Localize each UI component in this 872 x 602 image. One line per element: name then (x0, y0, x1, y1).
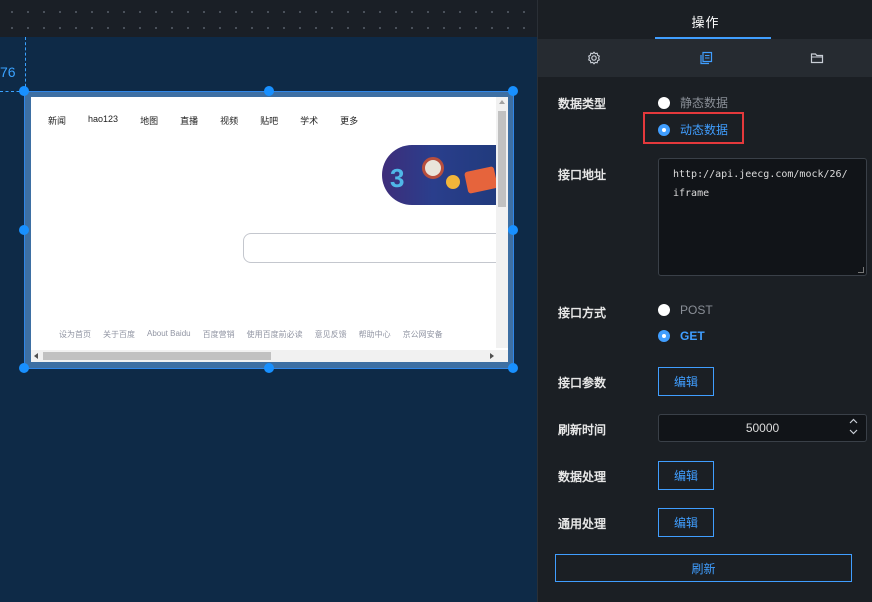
tab-folder[interactable] (761, 39, 872, 77)
radio-dot[interactable] (658, 304, 670, 316)
panel-header: 操作 (538, 0, 872, 39)
resize-handle[interactable] (19, 225, 29, 235)
data-type-label: 数据类型 (558, 97, 607, 111)
resize-handle[interactable] (19, 363, 29, 373)
guide-line-vertical (25, 37, 26, 92)
refresh-button[interactable]: 刷新 (555, 554, 852, 582)
panel-title[interactable]: 操作 (538, 12, 872, 31)
api-url-value: http://api.jeecg.com/mock/26/iframe (673, 169, 848, 199)
icon-tab-bar (538, 39, 872, 77)
design-canvas[interactable]: 76 新闻 hao123 地图 直播 视频 贴吧 学术 更多 3 设为首页 关于… (0, 0, 537, 602)
tab-settings[interactable] (538, 39, 650, 77)
api-url-label: 接口地址 (558, 168, 607, 182)
radio-post[interactable]: POST (658, 303, 713, 317)
resize-handle[interactable] (508, 225, 518, 235)
radio-dot[interactable] (658, 330, 670, 342)
properties-panel: 操作 数据类型 静态数据 动态数据 接口地址 http://api.jeecg.… (537, 0, 872, 602)
edit-params-button[interactable]: 编辑 (658, 367, 714, 396)
resize-handle[interactable] (264, 86, 274, 96)
tab-copy[interactable] (650, 39, 762, 77)
api-url-textarea[interactable]: http://api.jeecg.com/mock/26/iframe (658, 158, 867, 276)
data-processing-label: 数据处理 (558, 470, 607, 484)
resize-handle[interactable] (508, 363, 518, 373)
highlight-box (643, 112, 744, 144)
refresh-time-input[interactable]: 50000 (658, 414, 867, 442)
selection-frame (24, 91, 514, 369)
chevron-down-icon[interactable] (849, 429, 858, 435)
copy-icon (699, 51, 712, 65)
ruler-coordinate: 76 (0, 64, 16, 80)
api-params-label: 接口参数 (558, 376, 607, 390)
edit-general-processing-button[interactable]: 编辑 (658, 508, 714, 537)
resize-grip-icon[interactable] (858, 267, 864, 273)
radio-static-data[interactable]: 静态数据 (658, 94, 728, 111)
refresh-time-label: 刷新时间 (558, 423, 607, 437)
radio-label[interactable]: 静态数据 (680, 94, 728, 111)
number-stepper[interactable] (849, 418, 858, 435)
radio-label[interactable]: POST (680, 303, 713, 317)
refresh-time-value: 50000 (745, 421, 780, 435)
resize-handle[interactable] (264, 363, 274, 373)
canvas-grid-band (0, 0, 537, 37)
edit-data-processing-button[interactable]: 编辑 (658, 461, 714, 490)
resize-handle[interactable] (19, 86, 29, 96)
chevron-up-icon[interactable] (849, 418, 858, 424)
general-processing-label: 通用处理 (558, 517, 607, 531)
api-method-label: 接口方式 (558, 306, 607, 320)
radio-dot[interactable] (658, 96, 670, 109)
radio-get[interactable]: GET (658, 329, 705, 343)
resize-handle[interactable] (508, 86, 518, 96)
folder-icon (811, 53, 824, 64)
settings-icon (587, 51, 600, 65)
radio-label[interactable]: GET (680, 329, 705, 343)
